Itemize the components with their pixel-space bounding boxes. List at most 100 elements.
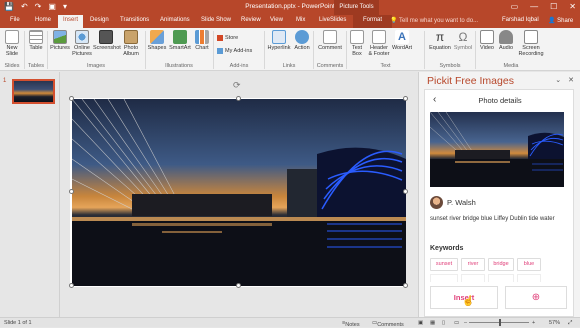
action-button[interactable]: Action — [293, 30, 311, 51]
equation-button[interactable]: π Equation — [427, 30, 453, 51]
tab-mix[interactable]: Mix — [296, 17, 305, 23]
resize-handle[interactable] — [403, 283, 408, 288]
store-icon — [217, 35, 223, 41]
resize-handle[interactable] — [236, 283, 241, 288]
header-footer-button[interactable]: Header & Footer — [368, 30, 390, 57]
share-button[interactable]: 👤 Share — [548, 17, 573, 24]
ribbon-options-icon[interactable]: ▭ — [511, 2, 519, 11]
group-illustrations: Illustrations — [165, 63, 193, 69]
screenshot-button[interactable]: Screenshot — [93, 30, 121, 51]
title-bar: 💾 ↶ ↷ ▣ ▾ Presentation.pptx - PowerPoint… — [0, 0, 580, 15]
online-pictures-button[interactable]: Online Pictures — [71, 30, 93, 57]
keyword-tag-partial[interactable] — [461, 274, 485, 282]
tab-view[interactable]: View — [270, 17, 283, 23]
tab-format[interactable]: Format — [353, 15, 393, 28]
pane-close-icon[interactable]: ✕ — [568, 76, 574, 84]
symbol-button[interactable]: Ω Symbol — [452, 30, 474, 51]
tab-slide-show[interactable]: Slide Show — [201, 17, 231, 23]
slideshow-view-icon[interactable]: ▭ — [454, 320, 459, 326]
table-button[interactable]: Table — [27, 30, 45, 51]
fit-slide-icon[interactable]: ⤢ — [568, 320, 572, 327]
group-addins: Add-ins — [229, 63, 249, 69]
mouse-cursor-icon: ☝ — [462, 296, 475, 307]
rotate-handle-icon[interactable]: ⟳ — [233, 80, 241, 91]
photo-preview-image — [430, 112, 564, 187]
smartart-button[interactable]: SmartArt — [168, 30, 192, 51]
resize-handle[interactable] — [69, 96, 74, 101]
pane-options-icon[interactable]: ⌄ — [555, 76, 561, 84]
window-title: Presentation.pptx - PowerPoint — [245, 3, 335, 10]
shapes-icon — [150, 30, 164, 44]
hyperlink-button[interactable]: Hyperlink — [266, 30, 292, 51]
screen-recording-button[interactable]: Screen Recording — [517, 30, 545, 57]
new-slide-button[interactable]: New Slide — [3, 30, 21, 57]
pane-controls: ⌄ ✕ — [555, 76, 574, 84]
tab-review[interactable]: Review — [241, 17, 261, 23]
screen-recording-icon — [524, 30, 538, 44]
audio-button[interactable]: Audio — [497, 30, 515, 51]
resize-handle[interactable] — [69, 283, 74, 288]
close-icon[interactable]: ✕ — [569, 2, 576, 11]
comments-button[interactable]: ▭ Comments — [372, 320, 404, 328]
smartart-label: SmartArt — [169, 45, 191, 51]
keyword-tag[interactable]: river — [461, 258, 485, 271]
resize-handle[interactable] — [69, 189, 74, 194]
text-box-button[interactable]: Text Box — [348, 30, 366, 57]
chart-button[interactable]: Chart — [193, 30, 211, 51]
normal-view-icon[interactable]: ▣ — [418, 320, 423, 326]
shapes-button[interactable]: Shapes — [147, 30, 167, 51]
my-addins-label: My Add-ins — [225, 48, 253, 54]
minimize-icon[interactable]: — — [530, 2, 538, 11]
tab-home[interactable]: Home — [35, 17, 51, 23]
zoom-out-button[interactable]: – — [464, 320, 467, 326]
keyword-tag-partial[interactable] — [488, 274, 514, 282]
store-button[interactable]: Store — [217, 35, 238, 41]
keyword-tag-partial[interactable] — [430, 274, 458, 282]
resize-handle[interactable] — [403, 189, 408, 194]
slide-thumbnail[interactable] — [12, 79, 55, 104]
action-label: Action — [294, 45, 310, 51]
zoom-slider-thumb[interactable] — [499, 319, 501, 326]
video-button[interactable]: Video — [478, 30, 496, 51]
header-footer-label: Header & Footer — [368, 45, 390, 57]
photo-preview[interactable] — [430, 112, 564, 187]
text-box-icon — [350, 30, 364, 44]
separator — [24, 31, 25, 69]
tab-insert[interactable]: Insert — [58, 15, 84, 28]
keyword-tag[interactable]: bridge — [488, 258, 514, 271]
group-slides: Slides — [4, 63, 20, 69]
maximize-icon[interactable]: ☐ — [550, 2, 557, 11]
wordart-icon: A — [395, 30, 409, 44]
author-row[interactable]: P. Walsh — [430, 196, 476, 209]
keyword-tag[interactable]: blue — [517, 258, 541, 271]
tab-design[interactable]: Design — [90, 17, 109, 23]
zoom-level[interactable]: 57% — [549, 320, 560, 326]
resize-handle[interactable] — [236, 96, 241, 101]
wordart-button[interactable]: A WordArt — [391, 30, 413, 51]
smartart-icon — [173, 30, 187, 44]
slide-sorter-icon[interactable]: ▦ — [430, 320, 435, 326]
tab-liveslides[interactable]: LiveSlides — [319, 17, 346, 23]
table-label: Table — [29, 45, 43, 51]
ribbon-tabs: File Home Insert Design Transitions Anim… — [0, 15, 580, 28]
user-name[interactable]: Farshad Iqbal — [502, 17, 539, 23]
keyword-tag-partial[interactable] — [517, 274, 541, 282]
zoom-in-button[interactable]: + — [532, 320, 535, 326]
reading-view-icon[interactable]: ▯ — [442, 320, 445, 326]
resize-handle[interactable] — [403, 96, 408, 101]
keyword-tag[interactable]: sunset — [430, 258, 458, 271]
equation-icon: π — [435, 30, 445, 44]
add-to-collection-icon[interactable]: ⊕ — [505, 286, 567, 309]
tab-animations[interactable]: Animations — [160, 17, 190, 23]
tab-transitions[interactable]: Transitions — [120, 17, 149, 23]
my-addins-button[interactable]: My Add-ins — [217, 48, 252, 54]
chart-icon — [195, 30, 209, 44]
tell-me-search[interactable]: 💡 Tell me what you want to do... — [390, 17, 478, 24]
photo-album-button[interactable]: Photo Album — [120, 30, 142, 57]
tab-file[interactable]: File — [10, 17, 20, 23]
comment-button[interactable]: Comment — [316, 30, 344, 51]
slide-photo[interactable] — [72, 99, 406, 286]
notes-button[interactable]: ≡ Notes — [342, 320, 360, 328]
window-controls: ▭ — ☐ ✕ — [511, 2, 576, 11]
pictures-button[interactable]: Pictures — [49, 30, 71, 51]
